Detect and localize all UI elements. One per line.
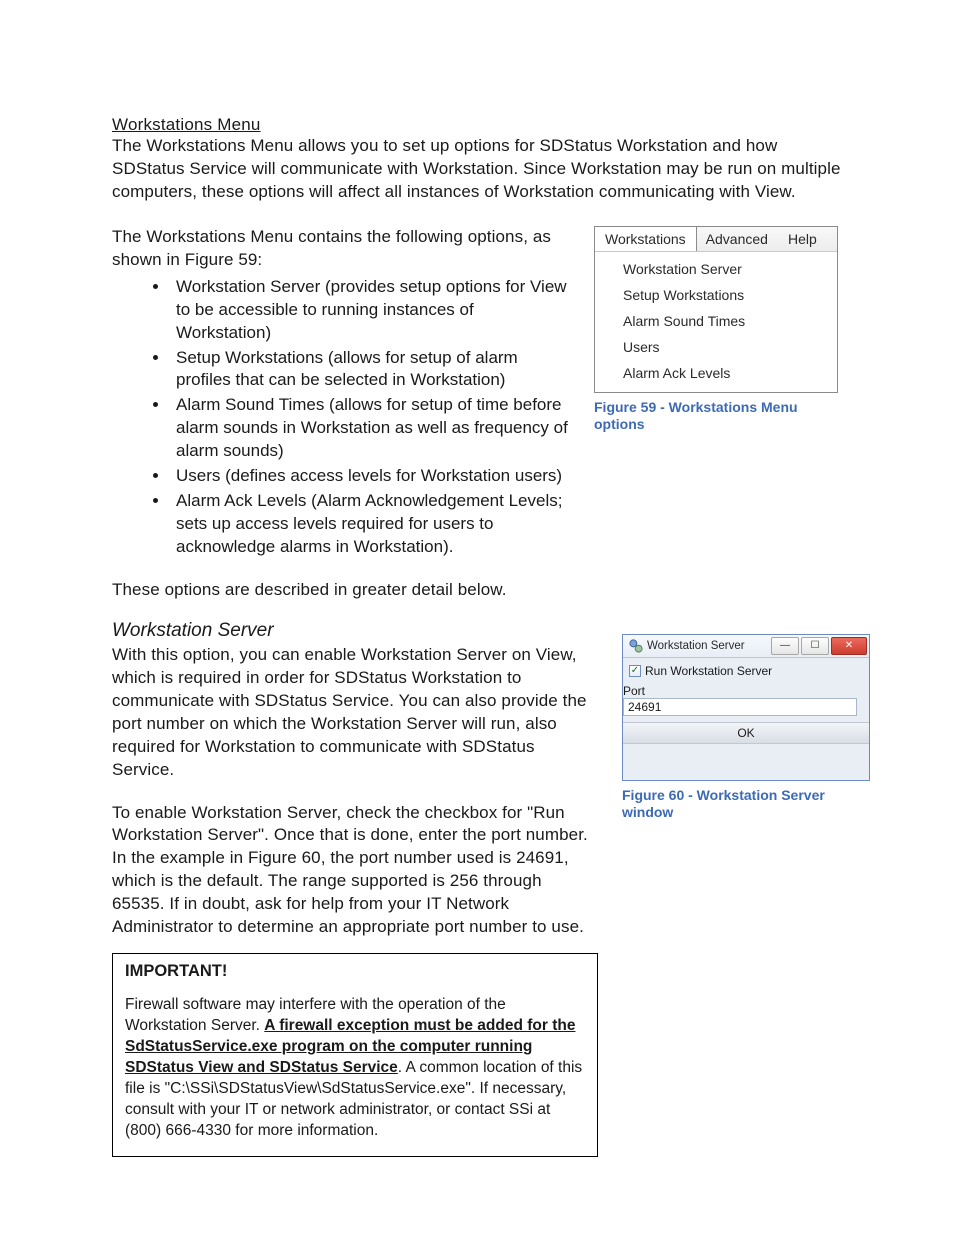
close-button[interactable]: ✕ (831, 637, 867, 655)
figure-59-menu-screenshot: Workstations Advanced Help Workstation S… (594, 226, 838, 393)
run-server-checkbox-row: ✓ Run Workstation Server (629, 664, 863, 678)
ws-paragraph-2: To enable Workstation Server, check the … (112, 802, 598, 940)
options-bullet-list: Workstation Server (provides setup optio… (112, 276, 570, 559)
menu-item-alarm-ack-levels[interactable]: Alarm Ack Levels (595, 360, 837, 386)
app-icon (629, 639, 643, 653)
bullet-item: Alarm Sound Times (allows for setup of t… (170, 394, 570, 463)
port-label: Port (623, 684, 863, 698)
menu-item-users[interactable]: Users (595, 334, 837, 360)
menu-tab-advanced[interactable]: Advanced (696, 227, 778, 251)
options-overview-row: The Workstations Menu contains the follo… (112, 226, 842, 561)
ws-paragraph-1: With this option, you can enable Worksta… (112, 644, 598, 782)
menu-item-setup-workstations[interactable]: Setup Workstations (595, 282, 837, 308)
important-callout: IMPORTANT! Firewall software may interfe… (112, 953, 598, 1156)
figure-60-window-screenshot: Workstation Server — ☐ ✕ ✓ Run Workstati… (622, 634, 870, 781)
window-titlebar: Workstation Server — ☐ ✕ (623, 635, 869, 658)
menu-bar: Workstations Advanced Help (595, 227, 837, 252)
workstation-server-row: Workstation Server With this option, you… (112, 606, 842, 1157)
menu-dropdown-items: Workstation Server Setup Workstations Al… (595, 252, 837, 392)
menu-item-workstation-server[interactable]: Workstation Server (595, 256, 837, 282)
section-heading: Workstations Menu (112, 115, 842, 135)
menu-tab-workstations[interactable]: Workstations (595, 227, 697, 251)
maximize-button[interactable]: ☐ (801, 637, 829, 655)
ok-button[interactable]: OK (623, 722, 869, 744)
important-body: Firewall software may interfere with the… (125, 995, 585, 1141)
minimize-button[interactable]: — (771, 637, 799, 655)
figure-60-caption: Figure 60 - Workstation Server window (622, 787, 870, 821)
port-input[interactable]: 24691 (623, 698, 857, 716)
important-title: IMPORTANT! (125, 962, 585, 981)
bullet-item: Setup Workstations (allows for setup of … (170, 347, 570, 393)
window-body: ✓ Run Workstation Server Port 24691 OK (623, 658, 869, 780)
menu-item-alarm-sound-times[interactable]: Alarm Sound Times (595, 308, 837, 334)
run-server-checkbox-label: Run Workstation Server (645, 664, 772, 678)
bullets-outro: These options are described in greater d… (112, 579, 842, 602)
menu-tab-help[interactable]: Help (778, 227, 827, 251)
figure-59-caption: Figure 59 - Workstations Menu options (594, 399, 842, 433)
subsection-heading: Workstation Server (112, 620, 598, 642)
bullet-item: Users (defines access levels for Worksta… (170, 465, 570, 488)
document-page: Workstations Menu The Workstations Menu … (0, 0, 954, 1235)
run-server-checkbox[interactable]: ✓ (629, 665, 641, 677)
list-intro-text: The Workstations Menu contains the follo… (112, 226, 570, 272)
intro-paragraph: The Workstations Menu allows you to set … (112, 135, 842, 204)
bullet-item: Workstation Server (provides setup optio… (170, 276, 570, 345)
window-title: Workstation Server (647, 640, 771, 652)
bullet-item: Alarm Ack Levels (Alarm Acknowledgement … (170, 490, 570, 559)
